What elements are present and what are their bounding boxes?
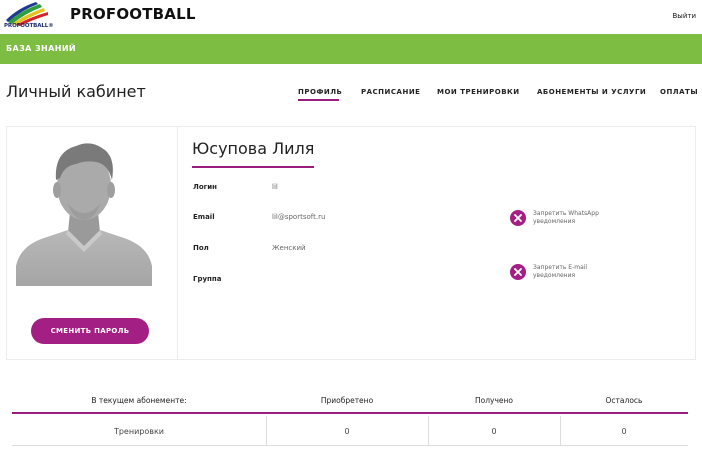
close-icon <box>514 268 522 276</box>
whatsapp-toggle[interactable] <box>510 210 526 226</box>
table-header-remaining: Осталось <box>605 396 643 405</box>
tab-profile[interactable]: ПРОФИЛЬ <box>298 88 342 96</box>
email-toggle-label[interactable]: Запретить E-mail уведомления <box>533 264 623 280</box>
table-header-current: В текущем абонементе: <box>91 396 187 405</box>
table-row-divider <box>12 445 688 446</box>
group-label: Группа <box>193 275 222 283</box>
table-cell-remaining: 0 <box>621 427 627 436</box>
tab-schedule[interactable]: РАСПИСАНИЕ <box>361 88 420 96</box>
page-title: Личный кабинет <box>6 82 146 101</box>
email-label: Email <box>193 213 215 221</box>
table-cell-name: Тренировки <box>113 427 165 436</box>
gender-value: Женский <box>272 244 306 252</box>
tab-subscriptions[interactable]: АБОНЕМЕНТЫ И УСЛУГИ <box>537 88 646 96</box>
brand-name[interactable]: PROFOOTBALL <box>70 5 196 23</box>
profile-name: Юсупова Лиля <box>192 139 315 158</box>
logout-link[interactable]: Выйти <box>672 12 696 20</box>
tab-payments[interactable]: ОПЛАТЫ <box>660 88 698 96</box>
table-header-received: Получено <box>475 396 513 405</box>
change-password-button[interactable]: СМЕНИТЬ ПАРОЛЬ <box>31 318 149 344</box>
email-toggle[interactable] <box>510 264 526 280</box>
close-icon <box>514 214 522 222</box>
login-value: lil <box>272 183 278 191</box>
active-tab-indicator <box>298 99 339 101</box>
knowledge-base-link[interactable]: БАЗА ЗНАНИЙ <box>6 44 76 53</box>
email-value: lil@sportsoft.ru <box>272 213 326 221</box>
whatsapp-toggle-label[interactable]: Запретить WhatsApp уведомления <box>533 210 623 226</box>
logo-text: PROFOOTBALL® <box>4 23 54 29</box>
knowledge-bar <box>0 34 702 64</box>
gender-label: Пол <box>193 244 209 252</box>
avatar <box>16 143 152 286</box>
table-header-purchased: Приобретено <box>320 396 374 405</box>
table-cell-received: 0 <box>491 427 497 436</box>
login-label: Логин <box>193 183 218 191</box>
name-underline <box>192 166 314 168</box>
tab-my-trainings[interactable]: МОИ ТРЕНИРОВКИ <box>437 88 520 96</box>
table-header-divider <box>12 412 688 414</box>
table-cell-purchased: 0 <box>344 427 350 436</box>
